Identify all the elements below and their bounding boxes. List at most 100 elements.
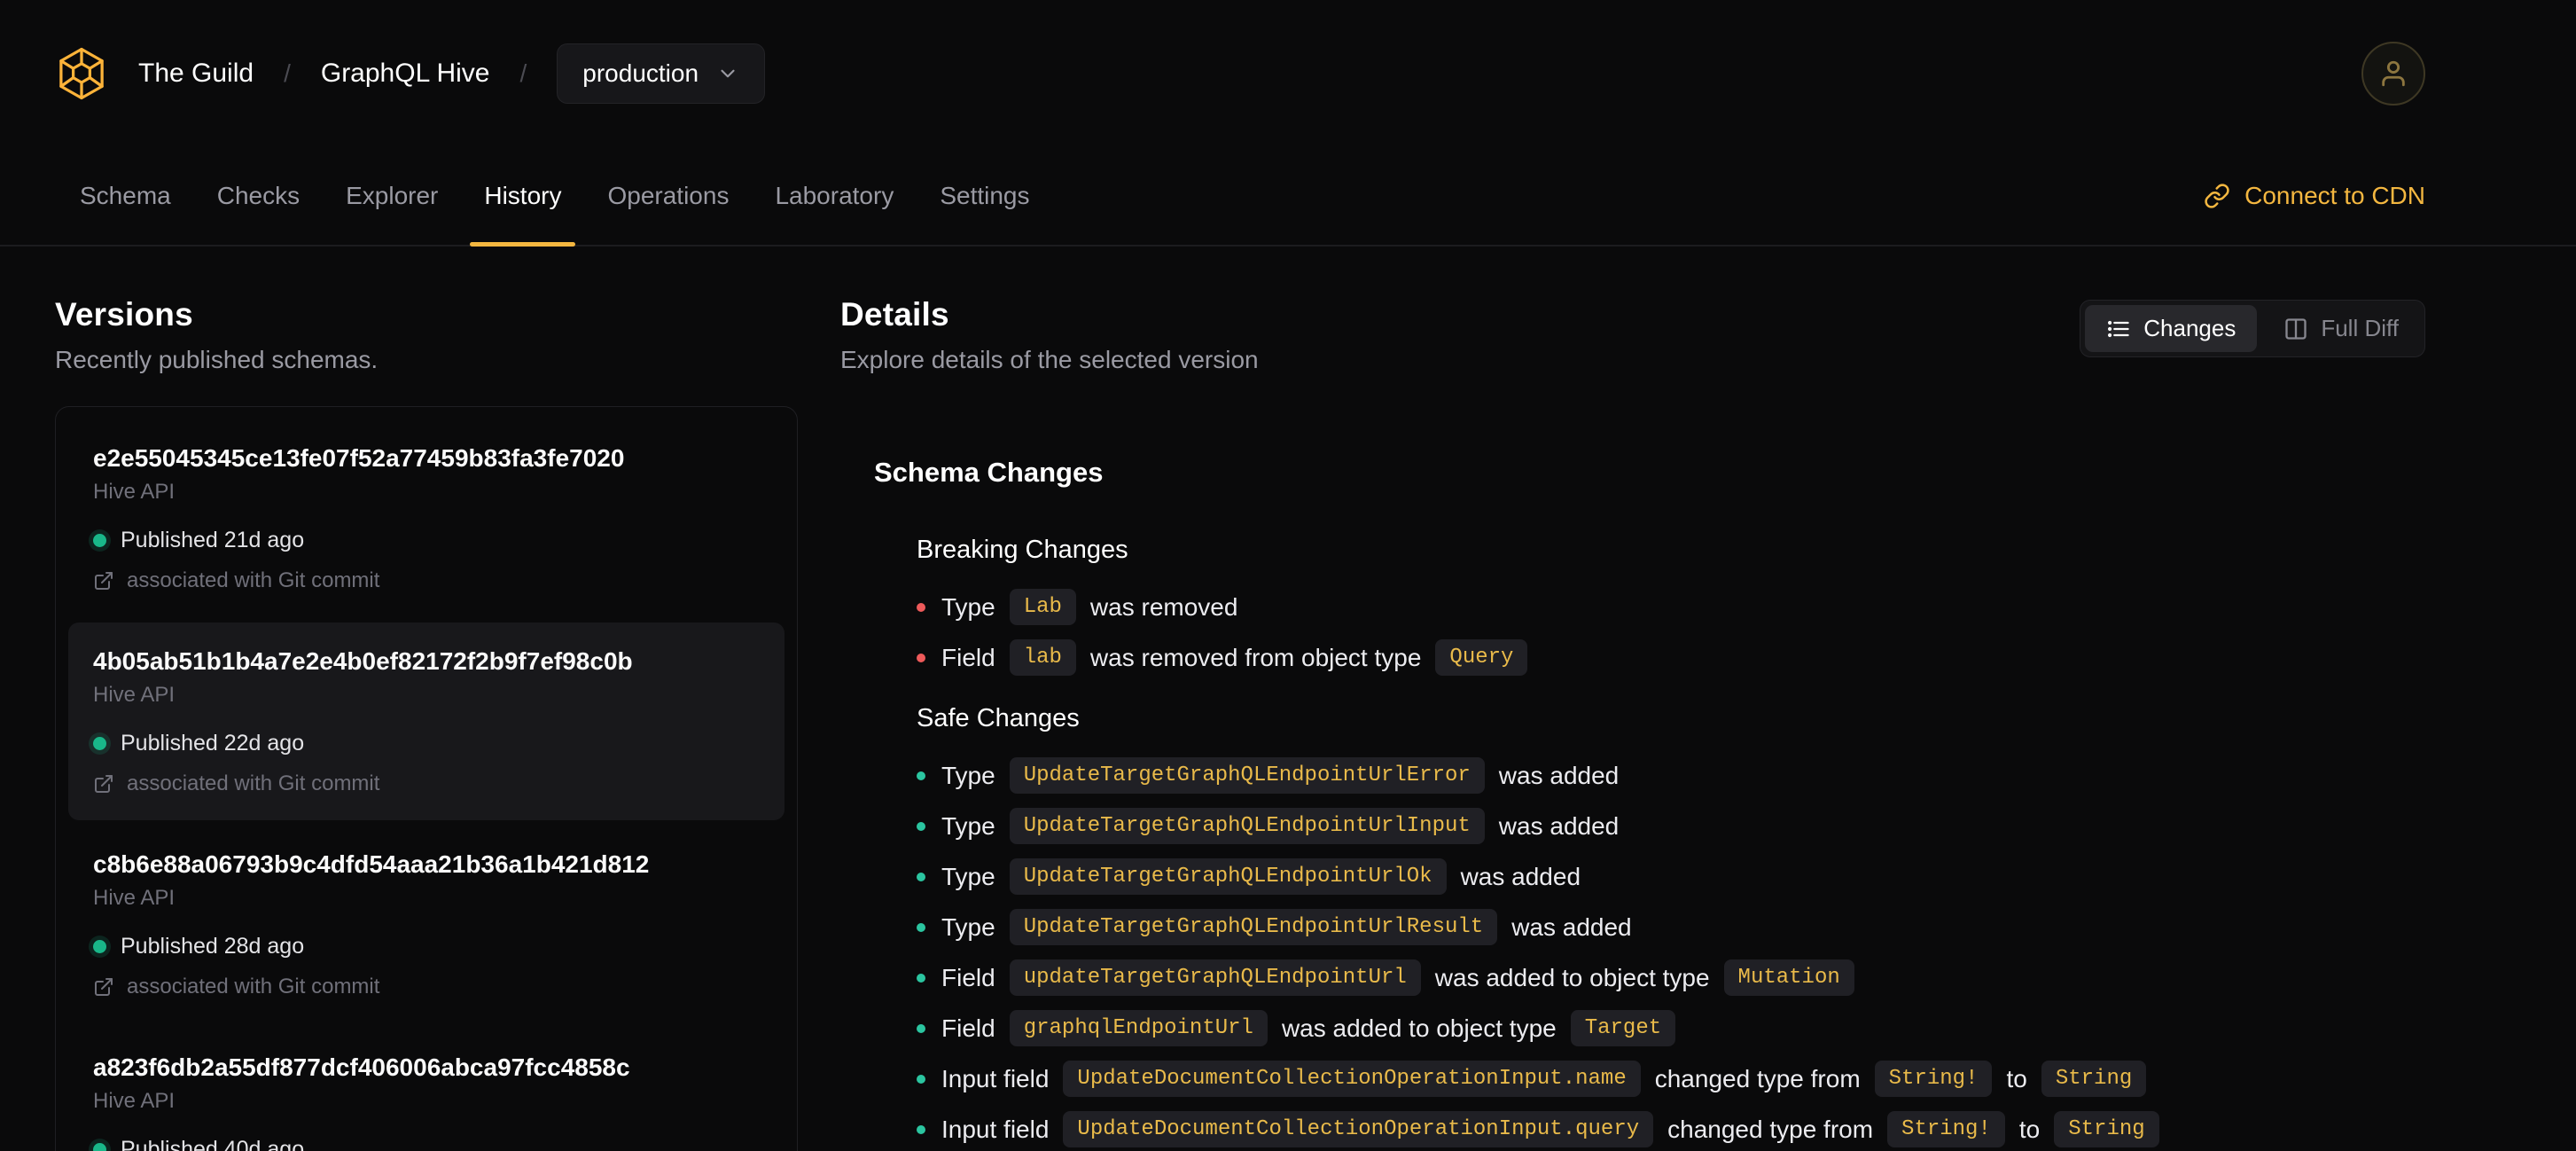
version-hash: e2e55045345ce13fe07f52a77459b83fa3fe7020 <box>93 444 625 472</box>
severity-bullet-icon <box>917 1023 925 1033</box>
git-commit-link[interactable]: associated with Git commit <box>93 568 760 594</box>
tab-schema[interactable]: Schema <box>57 147 194 245</box>
git-commit-text: associated with Git commit <box>127 975 380 998</box>
code-badge: lab <box>1009 639 1076 676</box>
version-item[interactable]: a823f6db2a55df877dcf406006abca97fcc4858c… <box>68 1029 785 1151</box>
change-text: changed type from <box>1654 1064 1861 1092</box>
diff-columns-icon <box>2285 317 2307 340</box>
details-panel: Details Explore details of the selected … <box>840 296 2425 1151</box>
version-item[interactable]: c8b6e88a06793b9c4dfd54aaa21b36a1b421d812… <box>68 826 785 1023</box>
change-text: Field <box>941 643 995 671</box>
breadcrumb-org[interactable]: The Guild <box>138 59 254 89</box>
tab-history[interactable]: History <box>461 147 584 247</box>
user-avatar[interactable] <box>2361 42 2425 106</box>
change-item: Input field UpdateDocumentCollectionOpera… <box>917 1111 2425 1147</box>
tab-settings[interactable]: Settings <box>917 147 1052 245</box>
change-list: Type Lab was removed Field lab was removed fr… <box>917 589 2425 676</box>
severity-bullet-icon <box>917 771 925 780</box>
change-section-safe: Safe Changes Type UpdateTargetGraphQLEndpo… <box>917 702 2425 1147</box>
breadcrumb-separator: / <box>284 59 291 87</box>
versions-title: Versions <box>55 296 193 333</box>
published-dot-icon <box>93 939 106 953</box>
published-text: Published 22d ago <box>121 731 305 756</box>
full-diff-view-button[interactable]: Full Diff <box>2262 305 2420 352</box>
version-status: Published 22d ago <box>93 730 760 756</box>
change-text: to <box>2006 1064 2027 1092</box>
external-link-icon <box>95 572 113 590</box>
version-hash: a823f6db2a55df877dcf406006abca97fcc4858c <box>93 1053 630 1081</box>
change-text: Field <box>941 963 995 991</box>
tab-checks[interactable]: Checks <box>194 147 323 245</box>
change-item: Type UpdateTargetGraphQLEndpointUrlResult… <box>917 909 2425 945</box>
environment-label: production <box>582 59 699 87</box>
environment-selector[interactable]: production <box>557 43 766 104</box>
external-link-icon <box>95 978 113 996</box>
code-badge: updateTargetGraphQLEndpointUrl <box>1009 959 1421 996</box>
version-item[interactable]: 4b05ab51b1b4a7e2e4b0ef82172f2b9f7ef98c0b… <box>68 622 785 820</box>
published-dot-icon <box>93 1142 106 1151</box>
change-text: Input field <box>941 1064 1050 1092</box>
change-text: was added <box>1498 811 1620 840</box>
change-text: was added <box>1498 761 1620 789</box>
hive-hexagon-icon <box>59 47 104 100</box>
severity-bullet-icon <box>917 872 925 881</box>
change-text: changed type from <box>1667 1115 1874 1143</box>
view-toggle: Changes Full Diff <box>2080 300 2425 357</box>
code-badge: Lab <box>1009 589 1076 625</box>
version-list: e2e55045345ce13fe07f52a77459b83fa3fe7020… <box>55 406 798 1151</box>
change-text: was removed from object type <box>1089 643 1422 671</box>
severity-bullet-icon <box>917 1074 925 1084</box>
change-text: to <box>2018 1115 2041 1143</box>
main-content: Versions Recently published schemas. e2e… <box>0 247 2576 1151</box>
breadcrumb-project[interactable]: GraphQL Hive <box>321 59 490 89</box>
git-commit-link[interactable]: associated with Git commit <box>93 974 760 1000</box>
version-service: Hive API <box>93 480 176 504</box>
severity-bullet-icon <box>917 653 925 662</box>
code-badge: UpdateTargetGraphQLEndpointUrlInput <box>1009 808 1485 844</box>
code-badge: Mutation <box>1723 959 1854 996</box>
change-item: Type Lab was removed <box>917 589 2425 625</box>
tab-laboratory[interactable]: Laboratory <box>752 147 917 245</box>
tab-operations[interactable]: Operations <box>584 147 752 245</box>
code-badge: String <box>2041 1061 2147 1097</box>
published-dot-icon <box>93 736 106 750</box>
change-text: Type <box>941 592 995 621</box>
change-list: Type UpdateTargetGraphQLEndpointUrlError w… <box>917 757 2425 1147</box>
published-text: Published 40d ago <box>121 1137 305 1151</box>
list-icon <box>2108 320 2129 337</box>
code-badge: Query <box>1435 639 1528 676</box>
change-text: was added <box>1511 912 1632 941</box>
app-header: The Guild / GraphQL Hive / production Sc… <box>0 0 2576 247</box>
versions-panel: Versions Recently published schemas. e2e… <box>55 296 798 1151</box>
version-service: Hive API <box>93 683 176 707</box>
details-title: Details <box>840 296 949 333</box>
code-badge: UpdateTargetGraphQLEndpointUrlError <box>1009 757 1485 794</box>
change-item: Type UpdateTargetGraphQLEndpointUrlOk was … <box>917 858 2425 895</box>
tabs-row: Schema Checks Explorer History Operations Lab… <box>0 147 2576 247</box>
version-service: Hive API <box>93 1089 176 1113</box>
chevron-down-icon <box>721 69 735 78</box>
change-section-title: Safe Changes <box>917 704 1080 732</box>
connect-cdn-link[interactable]: Connect to CDN <box>2204 182 2425 210</box>
version-status: Published 21d ago <box>93 527 760 553</box>
tab-explorer[interactable]: Explorer <box>323 147 461 245</box>
severity-bullet-icon <box>917 821 925 831</box>
change-text: Type <box>941 811 995 840</box>
version-item[interactable]: e2e55045345ce13fe07f52a77459b83fa3fe7020… <box>68 419 785 617</box>
code-badge: UpdateTargetGraphQLEndpointUrlResult <box>1009 909 1498 945</box>
changes-view-button[interactable]: Changes <box>2085 305 2258 352</box>
published-text: Published 21d ago <box>121 528 305 552</box>
published-text: Published 28d ago <box>121 934 305 959</box>
code-badge: UpdateDocumentCollectionOperationInput.q… <box>1063 1111 1654 1147</box>
breadcrumb-separator: / <box>519 59 527 87</box>
git-commit-link[interactable]: associated with Git commit <box>93 771 760 797</box>
external-link-icon <box>95 775 113 793</box>
hive-logo[interactable] <box>55 47 108 100</box>
change-sections: Breaking Changes Type Lab was removed Field l… <box>840 534 2425 1147</box>
change-item: Type UpdateTargetGraphQLEndpointUrlError w… <box>917 757 2425 794</box>
breadcrumb: The Guild / GraphQL Hive / production <box>138 43 766 104</box>
severity-bullet-icon <box>917 602 925 612</box>
code-badge: UpdateTargetGraphQLEndpointUrlOk <box>1009 858 1447 895</box>
details-titles: Details Explore details of the selected … <box>840 296 1259 374</box>
code-badge: String <box>2054 1111 2159 1147</box>
